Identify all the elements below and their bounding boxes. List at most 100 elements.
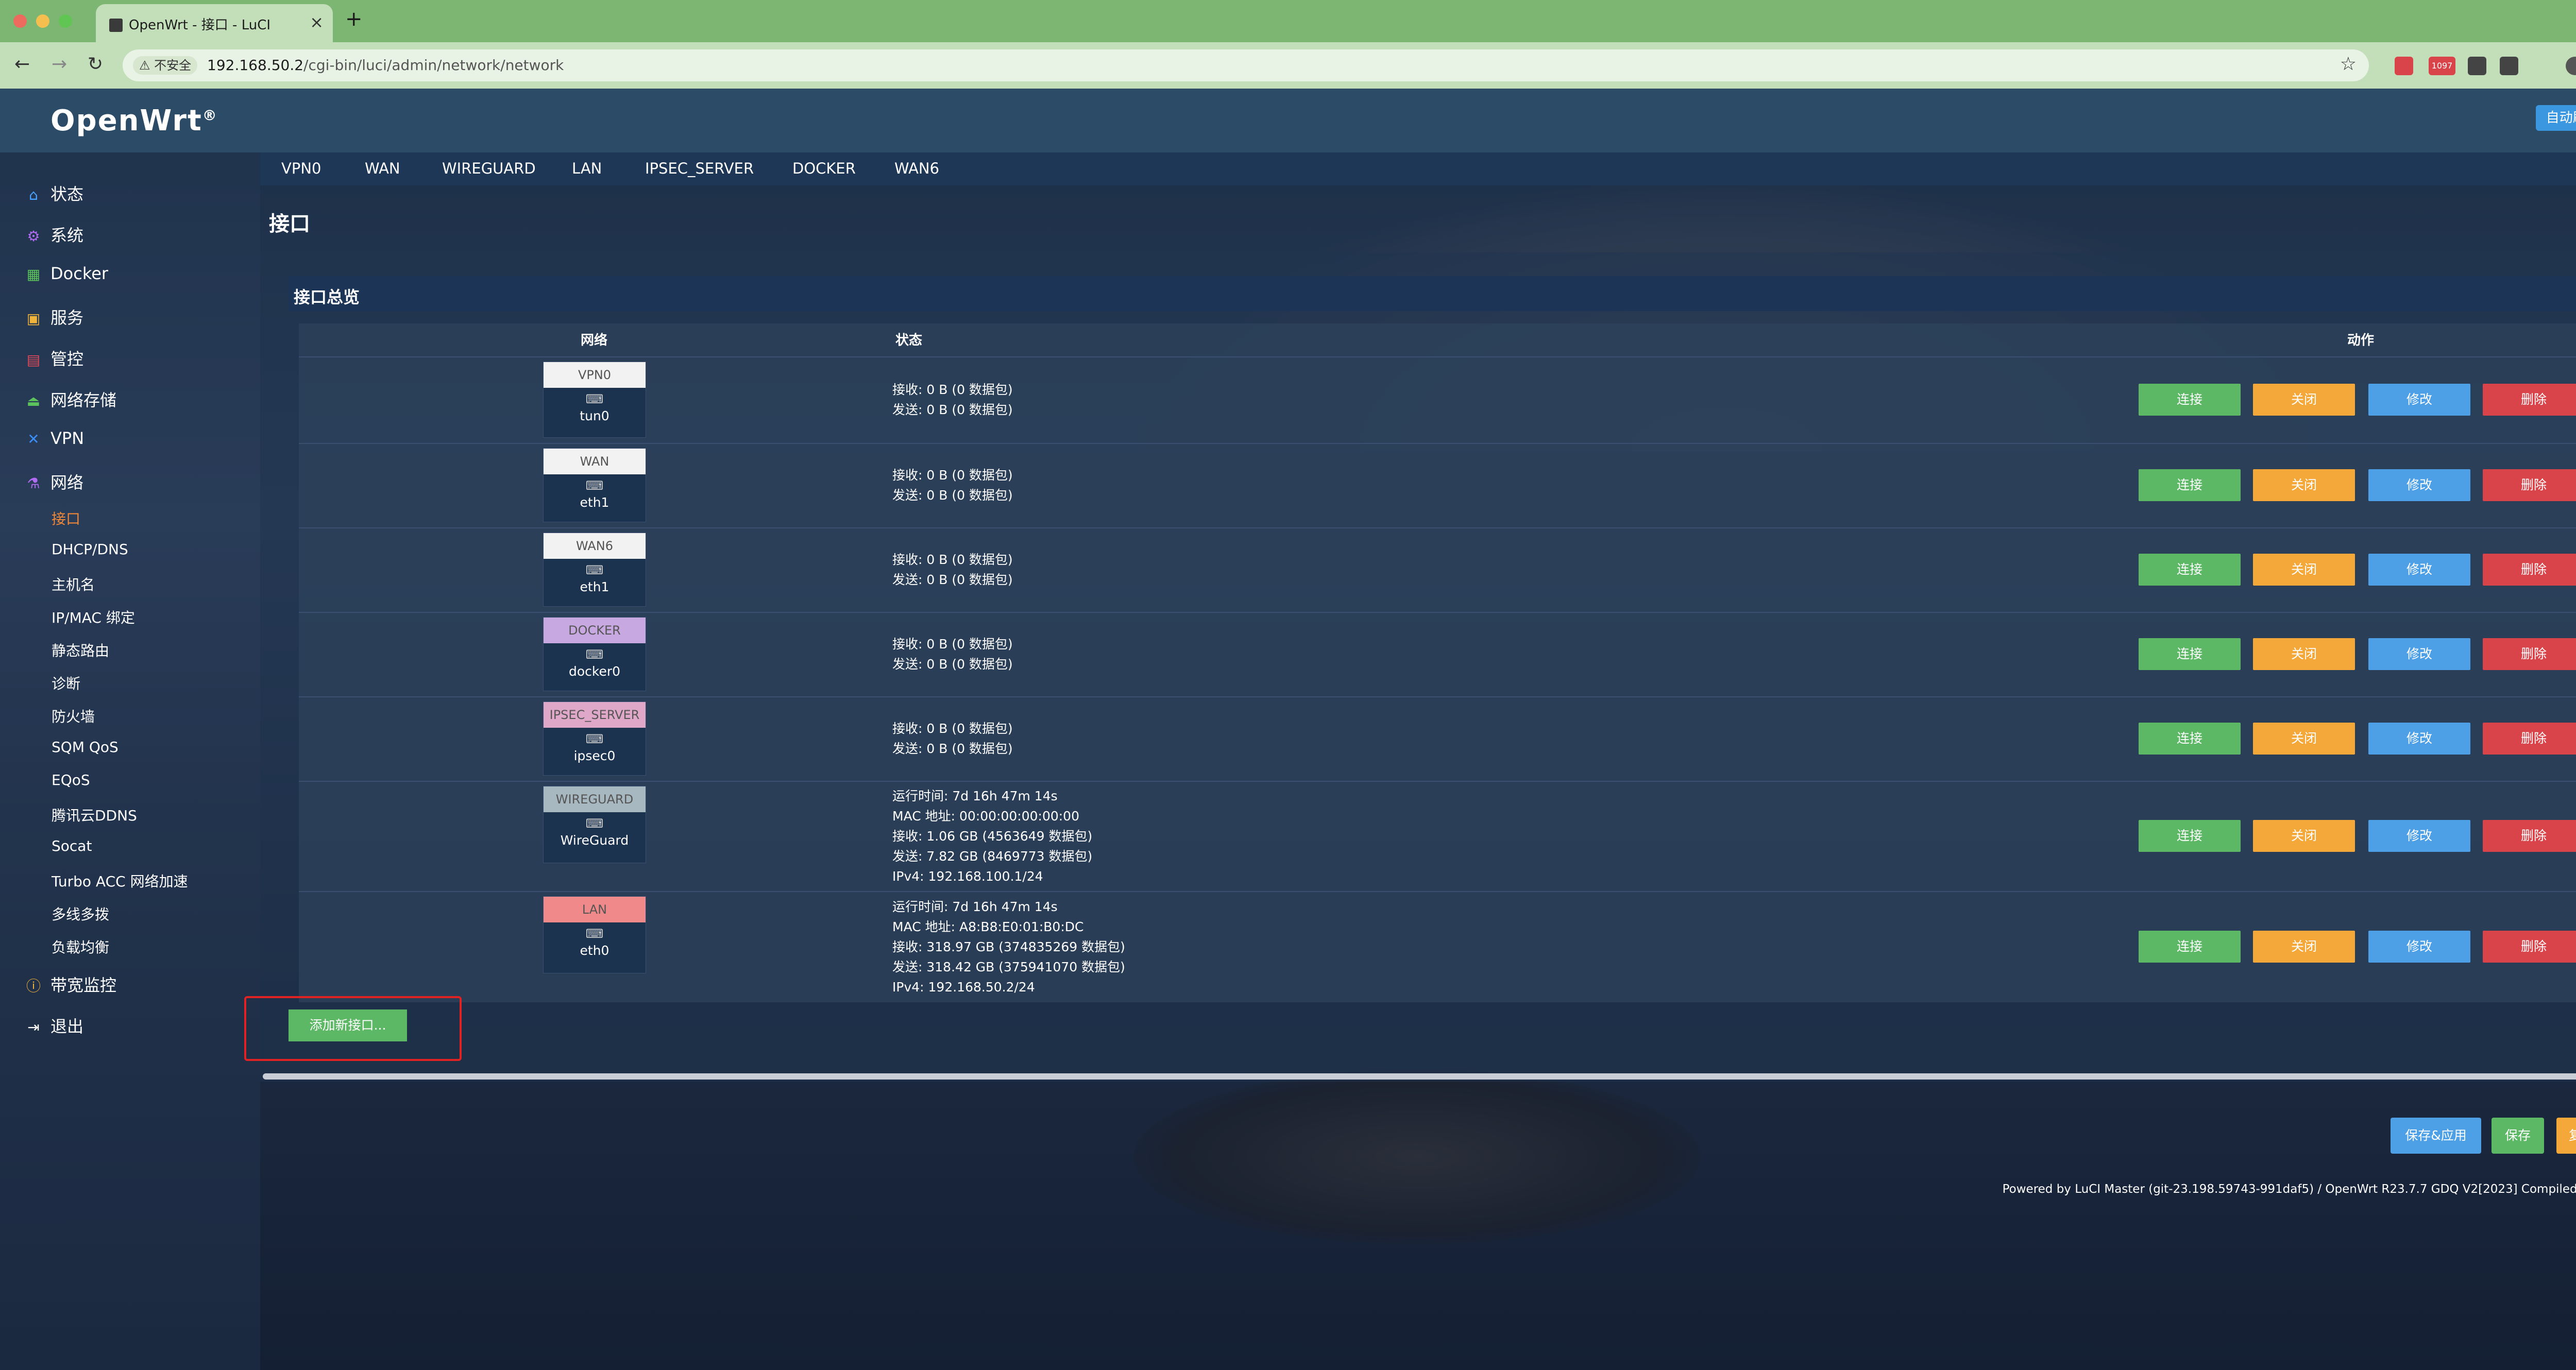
interface-tabs: [260, 152, 2576, 185]
interface-status: 运行时间: 7d 16h 47m 14s MAC 地址: 00:00:00:00:…: [892, 786, 1092, 886]
reset-button[interactable]: 复位: [2556, 1118, 2576, 1154]
sidebar-subitem-10[interactable]: Socat: [52, 837, 92, 854]
connect-button[interactable]: 连接: [2139, 723, 2241, 755]
tab-vpn0[interactable]: VPN0: [281, 160, 321, 177]
sidebar-item-6[interactable]: ✕ VPN: [26, 429, 84, 448]
extension-icon-1[interactable]: [2395, 57, 2413, 75]
minimize-window-button[interactable]: [36, 14, 49, 28]
add-interface-button[interactable]: 添加新接口...: [289, 1009, 407, 1041]
extensions-puzzle-icon[interactable]: [2500, 57, 2518, 75]
sidebar-subitem-0[interactable]: 接口: [52, 508, 80, 528]
sidebar-item-7[interactable]: ⚗ 网络: [26, 470, 83, 493]
extension-icon-3[interactable]: [2468, 57, 2486, 75]
network-port-icon: ⌨: [585, 816, 604, 831]
connect-button[interactable]: 连接: [2139, 384, 2241, 416]
security-indicator[interactable]: ⚠ 不安全: [133, 56, 198, 75]
delete-button[interactable]: 删除: [2483, 723, 2576, 755]
sidebar-subitem-5[interactable]: 诊断: [52, 673, 80, 693]
grid-icon: ▦: [26, 266, 41, 283]
tab-docker[interactable]: DOCKER: [792, 160, 856, 177]
back-icon[interactable]: ←: [14, 54, 30, 75]
close-window-button[interactable]: [13, 14, 27, 28]
delete-button[interactable]: 删除: [2483, 638, 2576, 670]
reload-icon[interactable]: ↻: [88, 54, 103, 75]
sidebar-item-2[interactable]: ▦ Docker: [26, 264, 108, 283]
auto-refresh-toggle[interactable]: 自动刷新 开: [2535, 105, 2576, 131]
interface-device: eth1: [580, 579, 609, 594]
delete-button[interactable]: 删除: [2483, 554, 2576, 586]
sidebar-subitem-11[interactable]: Turbo ACC 网络加速: [52, 870, 188, 891]
interface-status: 运行时间: 7d 16h 47m 14s MAC 地址: A8:B8:E0:01:…: [892, 897, 1125, 997]
sidebar-subitem-12[interactable]: 多线多拨: [52, 903, 109, 924]
sidebar-item-0[interactable]: ⌂ 状态: [26, 181, 83, 205]
zoom-window-button[interactable]: [59, 14, 72, 28]
sidebar-subitem-1[interactable]: DHCP/DNS: [52, 541, 128, 558]
tab-wireguard[interactable]: WIREGUARD: [442, 160, 536, 177]
sidebar-bottom-item-1[interactable]: ⇥ 退出: [26, 1014, 83, 1037]
connect-button[interactable]: 连接: [2139, 554, 2241, 586]
sidebar-subitem-4[interactable]: 静态路由: [52, 640, 109, 660]
edit-button[interactable]: 修改: [2368, 638, 2470, 670]
extension-badge[interactable]: 1097: [2429, 57, 2455, 75]
sidebar-item-5[interactable]: ⏏ 网络存储: [26, 387, 116, 411]
save-apply-button[interactable]: 保存&应用: [2391, 1118, 2481, 1154]
footer-credits: Powered by LuCI Master (git-23.198.59743…: [2002, 1183, 2576, 1196]
status-line: 接收: 0 B (0 数据包): [892, 382, 1013, 397]
close-button[interactable]: 关闭: [2253, 931, 2355, 963]
sidebar-bottom-item-0[interactable]: ⓘ 带宽监控: [26, 972, 116, 996]
edit-button[interactable]: 修改: [2368, 554, 2470, 586]
edit-button[interactable]: 修改: [2368, 723, 2470, 755]
sidebar-subitem-7[interactable]: SQM QoS: [52, 739, 118, 756]
tab-ipsec_server[interactable]: IPSEC_SERVER: [645, 160, 754, 177]
edit-button[interactable]: 修改: [2368, 469, 2470, 501]
close-button[interactable]: 关闭: [2253, 469, 2355, 501]
edit-button[interactable]: 修改: [2368, 931, 2470, 963]
connect-button[interactable]: 连接: [2139, 638, 2241, 670]
delete-button[interactable]: 删除: [2483, 384, 2576, 416]
bookmark-star-icon[interactable]: ☆: [2340, 54, 2357, 75]
sidebar-subitem-2[interactable]: 主机名: [52, 574, 95, 594]
profile-avatar[interactable]: [2566, 57, 2576, 75]
browser-tab[interactable]: OpenWrt - 接口 - LuCI ×: [96, 4, 333, 42]
url-path: /cgi-bin/luci/admin/network/network: [303, 57, 564, 74]
close-button[interactable]: 关闭: [2253, 638, 2355, 670]
page-title: 接口: [269, 212, 310, 236]
delete-button[interactable]: 删除: [2483, 931, 2576, 963]
connect-button[interactable]: 连接: [2139, 931, 2241, 963]
status-line: MAC 地址: 00:00:00:00:00:00: [892, 809, 1079, 824]
tab-wan[interactable]: WAN: [365, 160, 400, 177]
sidebar-item-1[interactable]: ⚙ 系统: [26, 222, 83, 246]
sidebar-subitem-6[interactable]: 防火墙: [52, 706, 95, 726]
network-port-icon: ⌨: [585, 732, 604, 746]
close-button[interactable]: 关闭: [2253, 723, 2355, 755]
sidebar-item-3[interactable]: ▣ 服务: [26, 305, 83, 329]
delete-button[interactable]: 删除: [2483, 469, 2576, 501]
edit-button[interactable]: 修改: [2368, 384, 2470, 416]
brand-logo[interactable]: OpenWrt®: [50, 104, 218, 138]
url-field[interactable]: ⚠ 不安全 192.168.50.2/cgi-bin/luci/admin/ne…: [123, 49, 2369, 81]
column-header-actions: 动作: [2347, 333, 2375, 348]
interface-name: IPSEC_SERVER: [544, 702, 646, 728]
tab-close-icon[interactable]: ×: [310, 12, 324, 32]
status-line: 发送: 0 B (0 数据包): [892, 488, 1013, 503]
sidebar-subitem-3[interactable]: IP/MAC 绑定: [52, 607, 135, 627]
connect-button[interactable]: 连接: [2139, 469, 2241, 501]
edit-button[interactable]: 修改: [2368, 820, 2470, 852]
tab-lan[interactable]: LAN: [572, 160, 602, 177]
connect-button[interactable]: 连接: [2139, 820, 2241, 852]
interface-name: VPN0: [544, 362, 646, 388]
sidebar-subitem-9[interactable]: 腾讯云DDNS: [52, 804, 137, 825]
forward-icon[interactable]: →: [52, 54, 67, 75]
delete-button[interactable]: 删除: [2483, 820, 2576, 852]
save-button[interactable]: 保存: [2492, 1118, 2544, 1154]
close-button[interactable]: 关闭: [2253, 820, 2355, 852]
status-line: 接收: 0 B (0 数据包): [892, 468, 1013, 483]
close-button[interactable]: 关闭: [2253, 554, 2355, 586]
close-button[interactable]: 关闭: [2253, 384, 2355, 416]
sidebar-item-4[interactable]: ▤ 管控: [26, 346, 83, 370]
sidebar-subitem-13[interactable]: 负载均衡: [52, 936, 109, 957]
sidebar-subitem-8[interactable]: EQoS: [52, 772, 90, 789]
horizontal-scrollbar[interactable]: [263, 1073, 2576, 1080]
new-tab-button[interactable]: +: [345, 7, 363, 31]
tab-wan6[interactable]: WAN6: [894, 160, 939, 177]
